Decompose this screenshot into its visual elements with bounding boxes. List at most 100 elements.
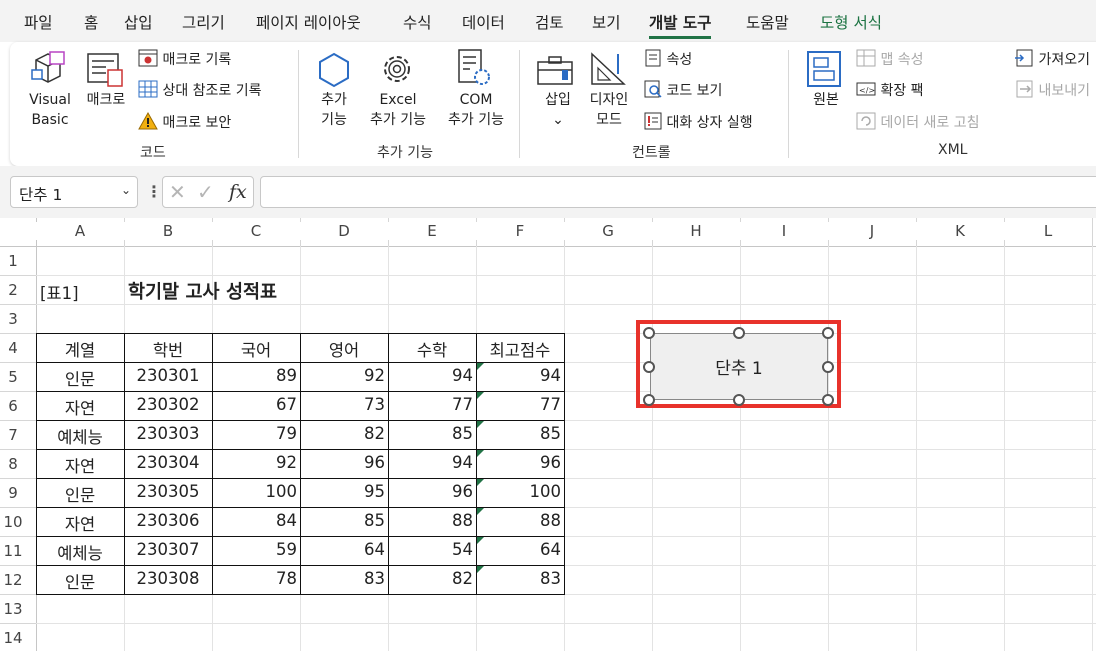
table-cell[interactable]: 73 <box>300 395 385 414</box>
table-cell[interactable]: 85 <box>300 511 385 530</box>
column-header-d[interactable]: D <box>300 222 388 240</box>
more-options-icon[interactable]: ⋮ <box>146 182 162 201</box>
tab-data[interactable]: 데이터 <box>462 11 505 33</box>
table-cell[interactable]: 96 <box>388 482 473 501</box>
macros-button[interactable]: 매크로 <box>80 90 132 110</box>
column-header-b[interactable]: B <box>124 222 212 240</box>
map-properties-button[interactable]: 맵 속성 <box>856 49 924 69</box>
tab-insert[interactable]: 삽입 <box>124 11 153 33</box>
table-cell[interactable]: 82 <box>388 569 473 588</box>
expansion-packs-button[interactable]: </> 확장 팩 <box>856 80 924 100</box>
table-header-cell[interactable]: 학번 <box>124 337 212 361</box>
formula-input[interactable] <box>260 176 1096 208</box>
table-cell[interactable]: 88 <box>476 511 561 530</box>
resize-handle[interactable] <box>733 394 745 406</box>
table-cell[interactable]: 85 <box>476 424 561 443</box>
column-header-c[interactable]: C <box>212 222 300 240</box>
xml-import-button[interactable]: 가져오기 <box>1014 49 1090 69</box>
addins-button[interactable]: 추가 기능 <box>308 90 360 130</box>
table-cell[interactable]: 인문 <box>36 569 124 593</box>
column-header-g[interactable]: G <box>564 222 652 240</box>
table-header-cell[interactable]: 국어 <box>212 337 300 361</box>
excel-addins-button[interactable]: Excel 추가 기능 <box>360 90 436 130</box>
table-header-cell[interactable]: 영어 <box>300 337 388 361</box>
table-cell[interactable]: 예체능 <box>36 540 124 564</box>
column-header-j[interactable]: J <box>828 222 916 240</box>
table-cell[interactable]: 77 <box>388 395 473 414</box>
table-cell[interactable]: 89 <box>212 366 297 385</box>
table-cell[interactable]: 78 <box>212 569 297 588</box>
row-header-1[interactable]: 1 <box>0 252 26 270</box>
record-macro-button[interactable]: 매크로 기록 <box>138 49 231 69</box>
row-header-8[interactable]: 8 <box>0 455 26 473</box>
table-cell[interactable]: 67 <box>212 395 297 414</box>
tab-formulas[interactable]: 수식 <box>403 11 432 33</box>
tab-review[interactable]: 검토 <box>535 11 564 33</box>
table-cell[interactable]: 230308 <box>124 569 212 588</box>
table-cell[interactable]: 자연 <box>36 453 124 477</box>
relative-reference-button[interactable]: 상대 참조로 기록 <box>138 80 262 100</box>
table-cell[interactable]: 100 <box>212 482 298 501</box>
table-cell[interactable]: 84 <box>212 511 297 530</box>
column-header-i[interactable]: I <box>740 222 828 240</box>
table-cell[interactable]: 64 <box>300 540 385 559</box>
resize-handle[interactable] <box>822 361 834 373</box>
table-cell[interactable]: 자연 <box>36 395 124 419</box>
table-cell[interactable]: 230301 <box>124 366 212 385</box>
resize-handle[interactable] <box>643 361 655 373</box>
table-cell[interactable]: 100 <box>476 482 562 501</box>
xml-source-button[interactable]: 원본 <box>800 90 852 110</box>
enter-icon[interactable]: ✓ <box>197 180 214 204</box>
table-cell[interactable]: 83 <box>300 569 385 588</box>
row-header-6[interactable]: 6 <box>0 397 26 415</box>
tab-help[interactable]: 도움말 <box>746 11 789 33</box>
refresh-data-button[interactable]: 데이터 새로 고침 <box>856 112 980 132</box>
table-cell[interactable]: 96 <box>300 453 385 472</box>
table-cell[interactable]: 79 <box>212 424 297 443</box>
row-header-9[interactable]: 9 <box>0 484 26 502</box>
table-cell[interactable]: 92 <box>212 453 297 472</box>
name-box[interactable]: 단추 1 ⌄ <box>10 176 138 208</box>
table-cell[interactable]: 77 <box>476 395 561 414</box>
row-header-13[interactable]: 13 <box>0 600 26 618</box>
table-cell[interactable]: 85 <box>388 424 473 443</box>
row-header-11[interactable]: 11 <box>0 542 26 560</box>
column-header-a[interactable]: A <box>36 222 124 240</box>
table-header-cell[interactable]: 최고점수 <box>476 337 564 361</box>
table-cell[interactable]: 83 <box>476 569 561 588</box>
column-header-e[interactable]: E <box>388 222 476 240</box>
chevron-down-icon[interactable]: ⌄ <box>121 183 131 197</box>
table-cell[interactable]: 예체능 <box>36 424 124 448</box>
visual-basic-button[interactable]: Visual Basic <box>24 90 76 130</box>
table-cell[interactable]: 230306 <box>124 511 212 530</box>
row-header-10[interactable]: 10 <box>0 513 26 531</box>
tab-view[interactable]: 보기 <box>592 11 621 33</box>
table-cell[interactable]: 230304 <box>124 453 212 472</box>
row-header-14[interactable]: 14 <box>0 629 26 647</box>
row-header-2[interactable]: 2 <box>0 281 26 299</box>
table-cell[interactable]: 96 <box>476 453 561 472</box>
com-addins-button[interactable]: COM 추가 기능 <box>438 90 514 130</box>
table-cell[interactable]: 인문 <box>36 366 124 390</box>
tab-home[interactable]: 홈 <box>84 11 98 33</box>
resize-handle[interactable] <box>733 327 745 339</box>
table-cell[interactable]: 94 <box>388 366 473 385</box>
column-header-f[interactable]: F <box>476 222 564 240</box>
row-header-3[interactable]: 3 <box>0 310 26 328</box>
resize-handle[interactable] <box>643 394 655 406</box>
table-cell[interactable]: 230305 <box>124 482 212 501</box>
row-header-5[interactable]: 5 <box>0 368 26 386</box>
table-header-cell[interactable]: 수학 <box>388 337 476 361</box>
table-cell[interactable]: 94 <box>388 453 473 472</box>
table-cell[interactable]: 82 <box>300 424 385 443</box>
column-header-h[interactable]: H <box>652 222 740 240</box>
tab-draw[interactable]: 그리기 <box>182 11 225 33</box>
table-cell[interactable]: 94 <box>476 366 561 385</box>
resize-handle[interactable] <box>822 327 834 339</box>
tab-developer[interactable]: 개발 도구 <box>649 11 712 39</box>
view-code-button[interactable]: 코드 보기 <box>644 80 722 100</box>
table-cell[interactable]: 자연 <box>36 511 124 535</box>
resize-handle[interactable] <box>643 327 655 339</box>
table-cell[interactable]: 64 <box>476 540 561 559</box>
column-header-k[interactable]: K <box>916 222 1004 240</box>
